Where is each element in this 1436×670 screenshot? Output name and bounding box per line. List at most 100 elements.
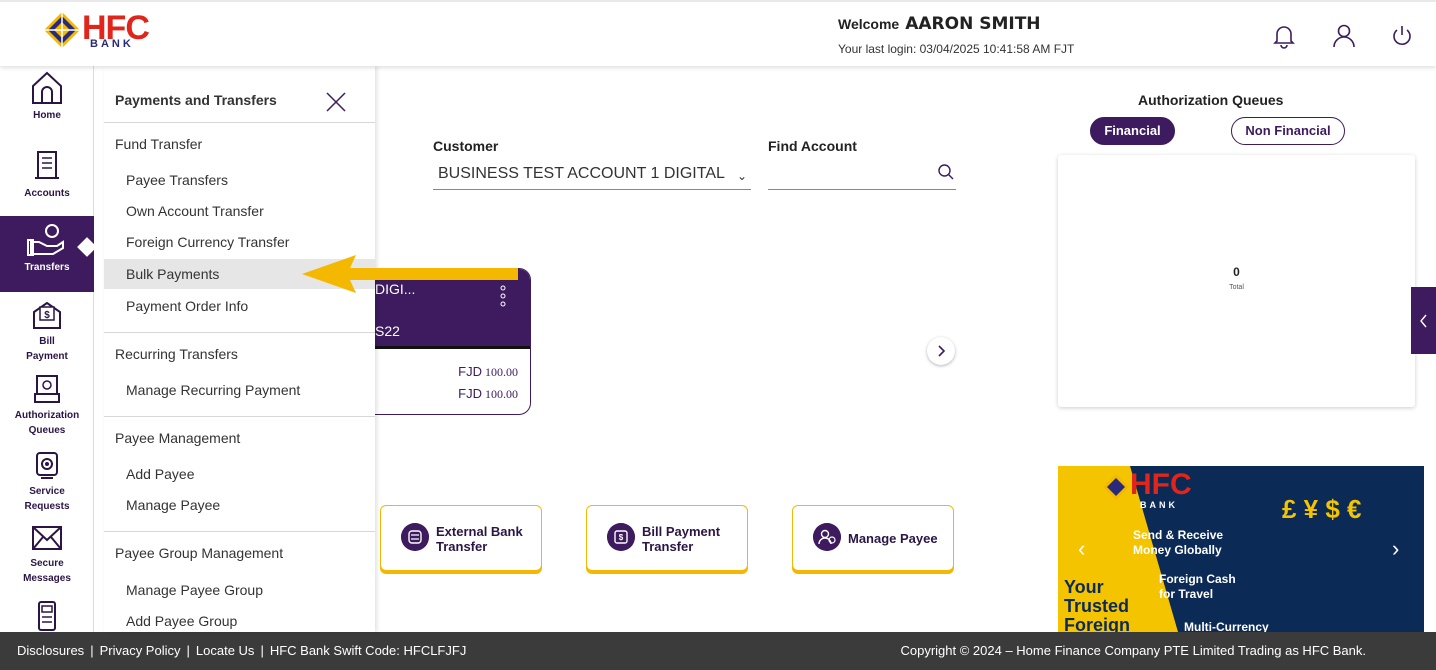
- banner-trusted-2: Trusted: [1064, 596, 1130, 616]
- footer-swift-code: HFC Bank Swift Code: HFCLFJFJ: [269, 643, 467, 658]
- customer-select-value: BUSINESS TEST ACCOUNT 1 DIGITAL: [438, 165, 725, 182]
- bill-payment-icon: $: [607, 523, 635, 551]
- banner-trusted-3: Foreign: [1064, 615, 1130, 633]
- footer: Disclosures | Privacy Policy | Locate Us | HFC…: [0, 632, 1436, 670]
- left-navigation: Home Accounts Transfers $ Bill Payment A…: [0, 66, 94, 632]
- top-header: HFC BANK Welcome AARON SMITH Your last lo…: [0, 0, 1436, 66]
- tab-financial[interactable]: Financial: [1090, 117, 1175, 145]
- balance-currency-1: FJD: [458, 364, 482, 379]
- bell-icon[interactable]: [1270, 22, 1298, 50]
- nav-more[interactable]: [0, 600, 94, 634]
- authorization-count-label: Total: [1229, 284, 1244, 291]
- external-transfer-icon: [401, 523, 429, 551]
- manage-payee-icon: [813, 523, 841, 551]
- account-number: S22: [375, 323, 400, 339]
- nav-service-label1: Service: [29, 486, 65, 497]
- group-payee-management: Payee Management: [115, 430, 241, 446]
- nav-secure-messages[interactable]: Secure Messages: [0, 524, 94, 586]
- power-logout-icon[interactable]: [1388, 22, 1416, 50]
- hand-transfer-icon: [27, 224, 64, 256]
- payments-transfers-submenu: Payments and Transfers Fund Transfer Pay…: [104, 66, 375, 632]
- quick-bill-line2: Transfer: [642, 539, 694, 554]
- authorization-summary-box: 0 Total: [1058, 155, 1415, 407]
- menu-own-account-transfer[interactable]: Own Account Transfer: [104, 196, 375, 226]
- authorization-count: 0: [1233, 265, 1240, 279]
- nav-secure-label2: Messages: [23, 573, 71, 584]
- tab-non-financial[interactable]: Non Financial: [1231, 117, 1345, 145]
- balance-amount-1: 100.00: [485, 365, 518, 379]
- find-account-label: Find Account: [768, 138, 857, 154]
- close-icon[interactable]: [324, 90, 348, 114]
- find-account-input[interactable]: [768, 160, 956, 190]
- authorization-monitor-icon: [34, 375, 60, 403]
- menu-add-payee-group[interactable]: Add Payee Group: [104, 606, 375, 632]
- footer-privacy-link[interactable]: Privacy Policy: [100, 643, 181, 658]
- nav-auth-label2: Queues: [28, 425, 66, 436]
- svg-text:$: $: [44, 310, 50, 321]
- banner-logo-subtext: BANK: [1140, 500, 1178, 510]
- home-icon: [32, 71, 62, 104]
- footer-disclosures-link[interactable]: Disclosures: [17, 643, 84, 658]
- menu-foreign-currency-transfer[interactable]: Foreign Currency Transfer: [104, 227, 375, 257]
- side-panel-toggle[interactable]: [1411, 287, 1436, 354]
- banner-prev-arrow-icon[interactable]: ‹: [1078, 536, 1085, 562]
- banner-logo-diamond-icon: [1103, 474, 1129, 500]
- nav-accounts-label: Accounts: [24, 188, 70, 199]
- chevron-down-icon: ⌄: [736, 169, 747, 183]
- nav-secure-label1: Secure: [30, 558, 64, 569]
- menu-manage-recurring-payment[interactable]: Manage Recurring Payment: [104, 375, 375, 405]
- chevron-left-icon: [1420, 314, 1427, 328]
- footer-locate-link[interactable]: Locate Us: [196, 643, 255, 658]
- balance-currency-2: FJD: [458, 386, 482, 401]
- nav-service-requests[interactable]: Service Requests: [0, 450, 94, 514]
- search-icon[interactable]: [937, 163, 955, 181]
- nav-transfers[interactable]: Transfers: [0, 216, 94, 292]
- banner-next-arrow-icon[interactable]: ›: [1392, 536, 1399, 562]
- nav-home[interactable]: Home: [0, 70, 94, 123]
- banner-logo-text: HFC: [1130, 468, 1192, 501]
- quick-external-bank-transfer[interactable]: External Bank Transfer: [380, 505, 542, 571]
- carousel-next-button[interactable]: [927, 337, 955, 365]
- service-gear-icon: [36, 452, 58, 479]
- quick-external-line1: External Bank: [436, 524, 523, 539]
- last-login: Your last login: 03/04/2025 10:41:58 AM …: [838, 42, 1075, 56]
- footer-separator: |: [186, 643, 190, 658]
- banner-line2: Money Globally: [1133, 543, 1222, 557]
- customer-select[interactable]: BUSINESS TEST ACCOUNT 1 DIGITAL ⌄: [433, 162, 751, 190]
- nav-bill-payment[interactable]: $ Bill Payment: [0, 298, 94, 364]
- submenu-divider: [104, 531, 375, 532]
- nav-accounts[interactable]: Accounts: [0, 148, 94, 201]
- menu-payment-order-info[interactable]: Payment Order Info: [104, 291, 375, 321]
- group-payee-group-management: Payee Group Management: [115, 545, 284, 561]
- banner-line3: Foreign Cash: [1159, 572, 1236, 586]
- hfc-bank-logo[interactable]: HFC BANK: [44, 10, 168, 50]
- menu-manage-payee[interactable]: Manage Payee: [104, 490, 375, 520]
- promo-banner[interactable]: Your Trusted Foreign HFC BANK Send & Rec…: [1058, 466, 1424, 632]
- banner-trusted-1: Your: [1064, 577, 1104, 597]
- group-recurring-transfers: Recurring Transfers: [115, 346, 238, 362]
- bill-envelope-icon: $: [33, 301, 61, 329]
- document-icon: [38, 601, 56, 631]
- submenu-divider: [104, 332, 375, 333]
- quick-bill-payment-transfer[interactable]: $ Bill Payment Transfer: [586, 505, 748, 571]
- user-profile-icon[interactable]: [1330, 22, 1358, 50]
- user-name: AARON SMITH: [905, 14, 1041, 34]
- nav-home-label: Home: [33, 110, 61, 121]
- menu-add-payee[interactable]: Add Payee: [104, 459, 375, 489]
- nav-bill-label1: Bill: [39, 336, 55, 347]
- customer-label: Customer: [433, 138, 499, 154]
- footer-links: Disclosures | Privacy Policy | Locate Us | HFC…: [17, 632, 466, 670]
- annotation-arrow: [302, 255, 518, 293]
- account-balance-2: FJD 100.00: [458, 386, 518, 402]
- quick-manage-payee[interactable]: Manage Payee: [792, 505, 954, 571]
- group-fund-transfer: Fund Transfer: [115, 136, 203, 152]
- envelope-icon: [32, 526, 62, 550]
- authorization-queues-title: Authorization Queues: [1138, 92, 1284, 108]
- svg-text:$: $: [619, 533, 624, 542]
- menu-payee-transfers[interactable]: Payee Transfers: [104, 165, 375, 195]
- menu-manage-payee-group[interactable]: Manage Payee Group: [104, 575, 375, 605]
- footer-separator: |: [90, 643, 94, 658]
- nav-authorization-queues[interactable]: Authorization Queues: [0, 374, 94, 438]
- account-balance-1: FJD 100.00: [458, 364, 518, 380]
- footer-separator: |: [260, 643, 264, 658]
